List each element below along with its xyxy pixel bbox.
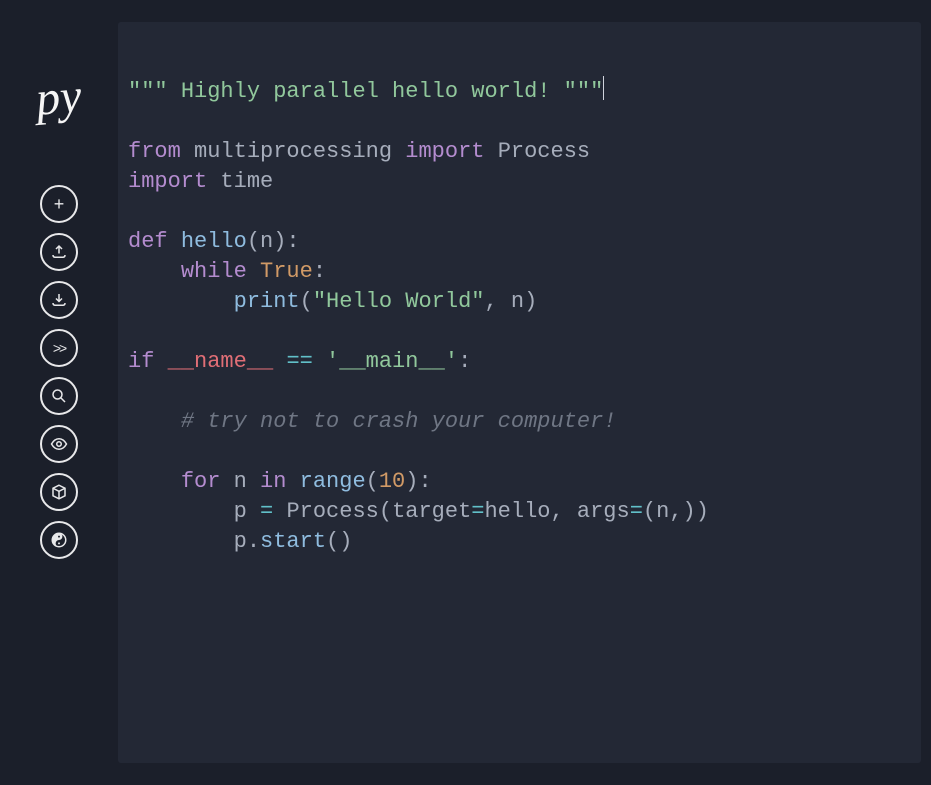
search-icon bbox=[50, 387, 68, 405]
theme-button[interactable] bbox=[40, 521, 78, 559]
text-cursor bbox=[603, 76, 604, 100]
chevrons-right-icon: >> bbox=[53, 341, 65, 355]
eye-icon bbox=[50, 435, 68, 453]
package-icon bbox=[50, 483, 68, 501]
plus-icon: + bbox=[54, 195, 65, 213]
download-button[interactable] bbox=[40, 281, 78, 319]
yin-yang-icon bbox=[50, 531, 68, 549]
code-content: """ Highly parallel hello world! """ fro… bbox=[128, 76, 911, 557]
toolbar: + >> bbox=[40, 185, 78, 559]
download-icon bbox=[50, 291, 68, 309]
upload-icon bbox=[50, 243, 68, 261]
run-button[interactable]: >> bbox=[40, 329, 78, 367]
logo: py bbox=[34, 68, 84, 127]
code-editor[interactable]: """ Highly parallel hello world! """ fro… bbox=[118, 22, 921, 763]
search-button[interactable] bbox=[40, 377, 78, 415]
sidebar: py + >> bbox=[0, 0, 118, 785]
upload-button[interactable] bbox=[40, 233, 78, 271]
package-button[interactable] bbox=[40, 473, 78, 511]
new-button[interactable]: + bbox=[40, 185, 78, 223]
view-button[interactable] bbox=[40, 425, 78, 463]
